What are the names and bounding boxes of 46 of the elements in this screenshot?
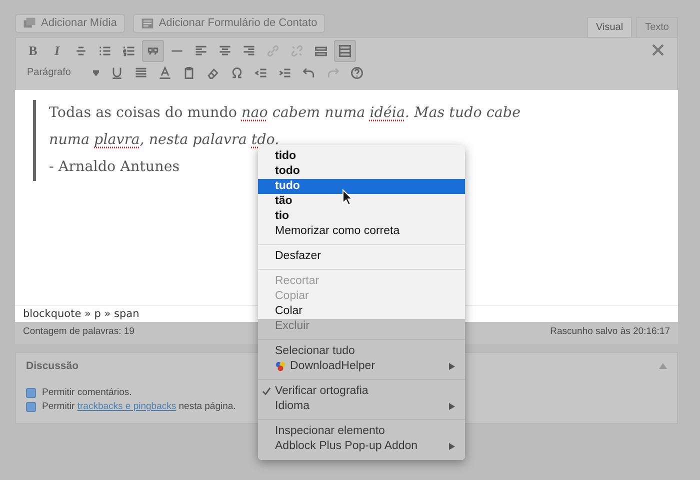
clipboard-icon[interactable] [182, 66, 196, 80]
menu-item[interactable]: tudo [258, 179, 465, 194]
checkbox[interactable] [26, 402, 36, 412]
numbered-list-icon[interactable] [122, 44, 136, 58]
bold-button[interactable]: B [22, 40, 44, 62]
colored-balls-icon [275, 361, 286, 372]
menu-item[interactable]: Idioma [258, 399, 465, 414]
option-label: Permitir trackbacks e pingbacks nesta página. [42, 401, 236, 412]
menu-item[interactable]: Verificar ortografia [258, 384, 465, 399]
option-label: Permitir comentários. [42, 387, 132, 398]
quote-attribution: - Arnaldo Antunes [49, 158, 180, 177]
align-right-icon[interactable] [242, 44, 256, 58]
word-count: Contagem de palavras: 19 [23, 326, 134, 339]
caret-icon [93, 70, 99, 76]
omega-icon[interactable] [230, 66, 244, 80]
menu-item[interactable]: Colar [258, 304, 465, 319]
menu-item[interactable]: Inspecionar elemento [258, 424, 465, 439]
help-icon[interactable] [350, 66, 364, 80]
menu-item[interactable]: tido [258, 149, 465, 164]
justify-icon[interactable] [134, 66, 148, 80]
form-icon [140, 16, 154, 30]
align-center-icon[interactable] [218, 44, 232, 58]
undo-icon[interactable] [302, 66, 316, 80]
menu-item[interactable]: Selecionar tudo [258, 344, 465, 359]
images-icon [23, 16, 36, 30]
quote-paragraph: Todas as coisas do mundo nao cabem numa idéia. Mas tudo cabe numa plavra, nesta palavra tdo. [49, 104, 522, 150]
checkbox[interactable] [26, 388, 36, 398]
menu-item[interactable]: Memorizar como correta [258, 224, 465, 239]
menu-item[interactable]: Desfazer [258, 249, 465, 264]
draft-status: Rascunho salvo às 20:16:17 [550, 326, 670, 339]
text-color-icon[interactable] [158, 66, 172, 80]
menu-item[interactable]: todo [258, 164, 465, 179]
underline-icon[interactable] [110, 66, 124, 80]
editor-tab[interactable]: Visual [587, 17, 632, 37]
menu-item[interactable]: tio [258, 209, 465, 224]
italic-button[interactable]: I [46, 40, 68, 62]
toolbar-toggle-icon[interactable] [338, 44, 352, 58]
format-dropdown[interactable]: Parágrafo [22, 60, 104, 86]
cursor-icon [342, 189, 353, 206]
menu-item[interactable]: tão [258, 194, 465, 209]
eraser-icon[interactable] [206, 66, 220, 80]
menu-item[interactable]: Adblock Plus Pop-up Addon [258, 439, 465, 454]
align-left-icon[interactable] [194, 44, 208, 58]
menu-item[interactable]: DownloadHelper [258, 359, 465, 374]
cross-icon[interactable] [651, 43, 665, 57]
panel-title: Discussão [26, 360, 79, 372]
